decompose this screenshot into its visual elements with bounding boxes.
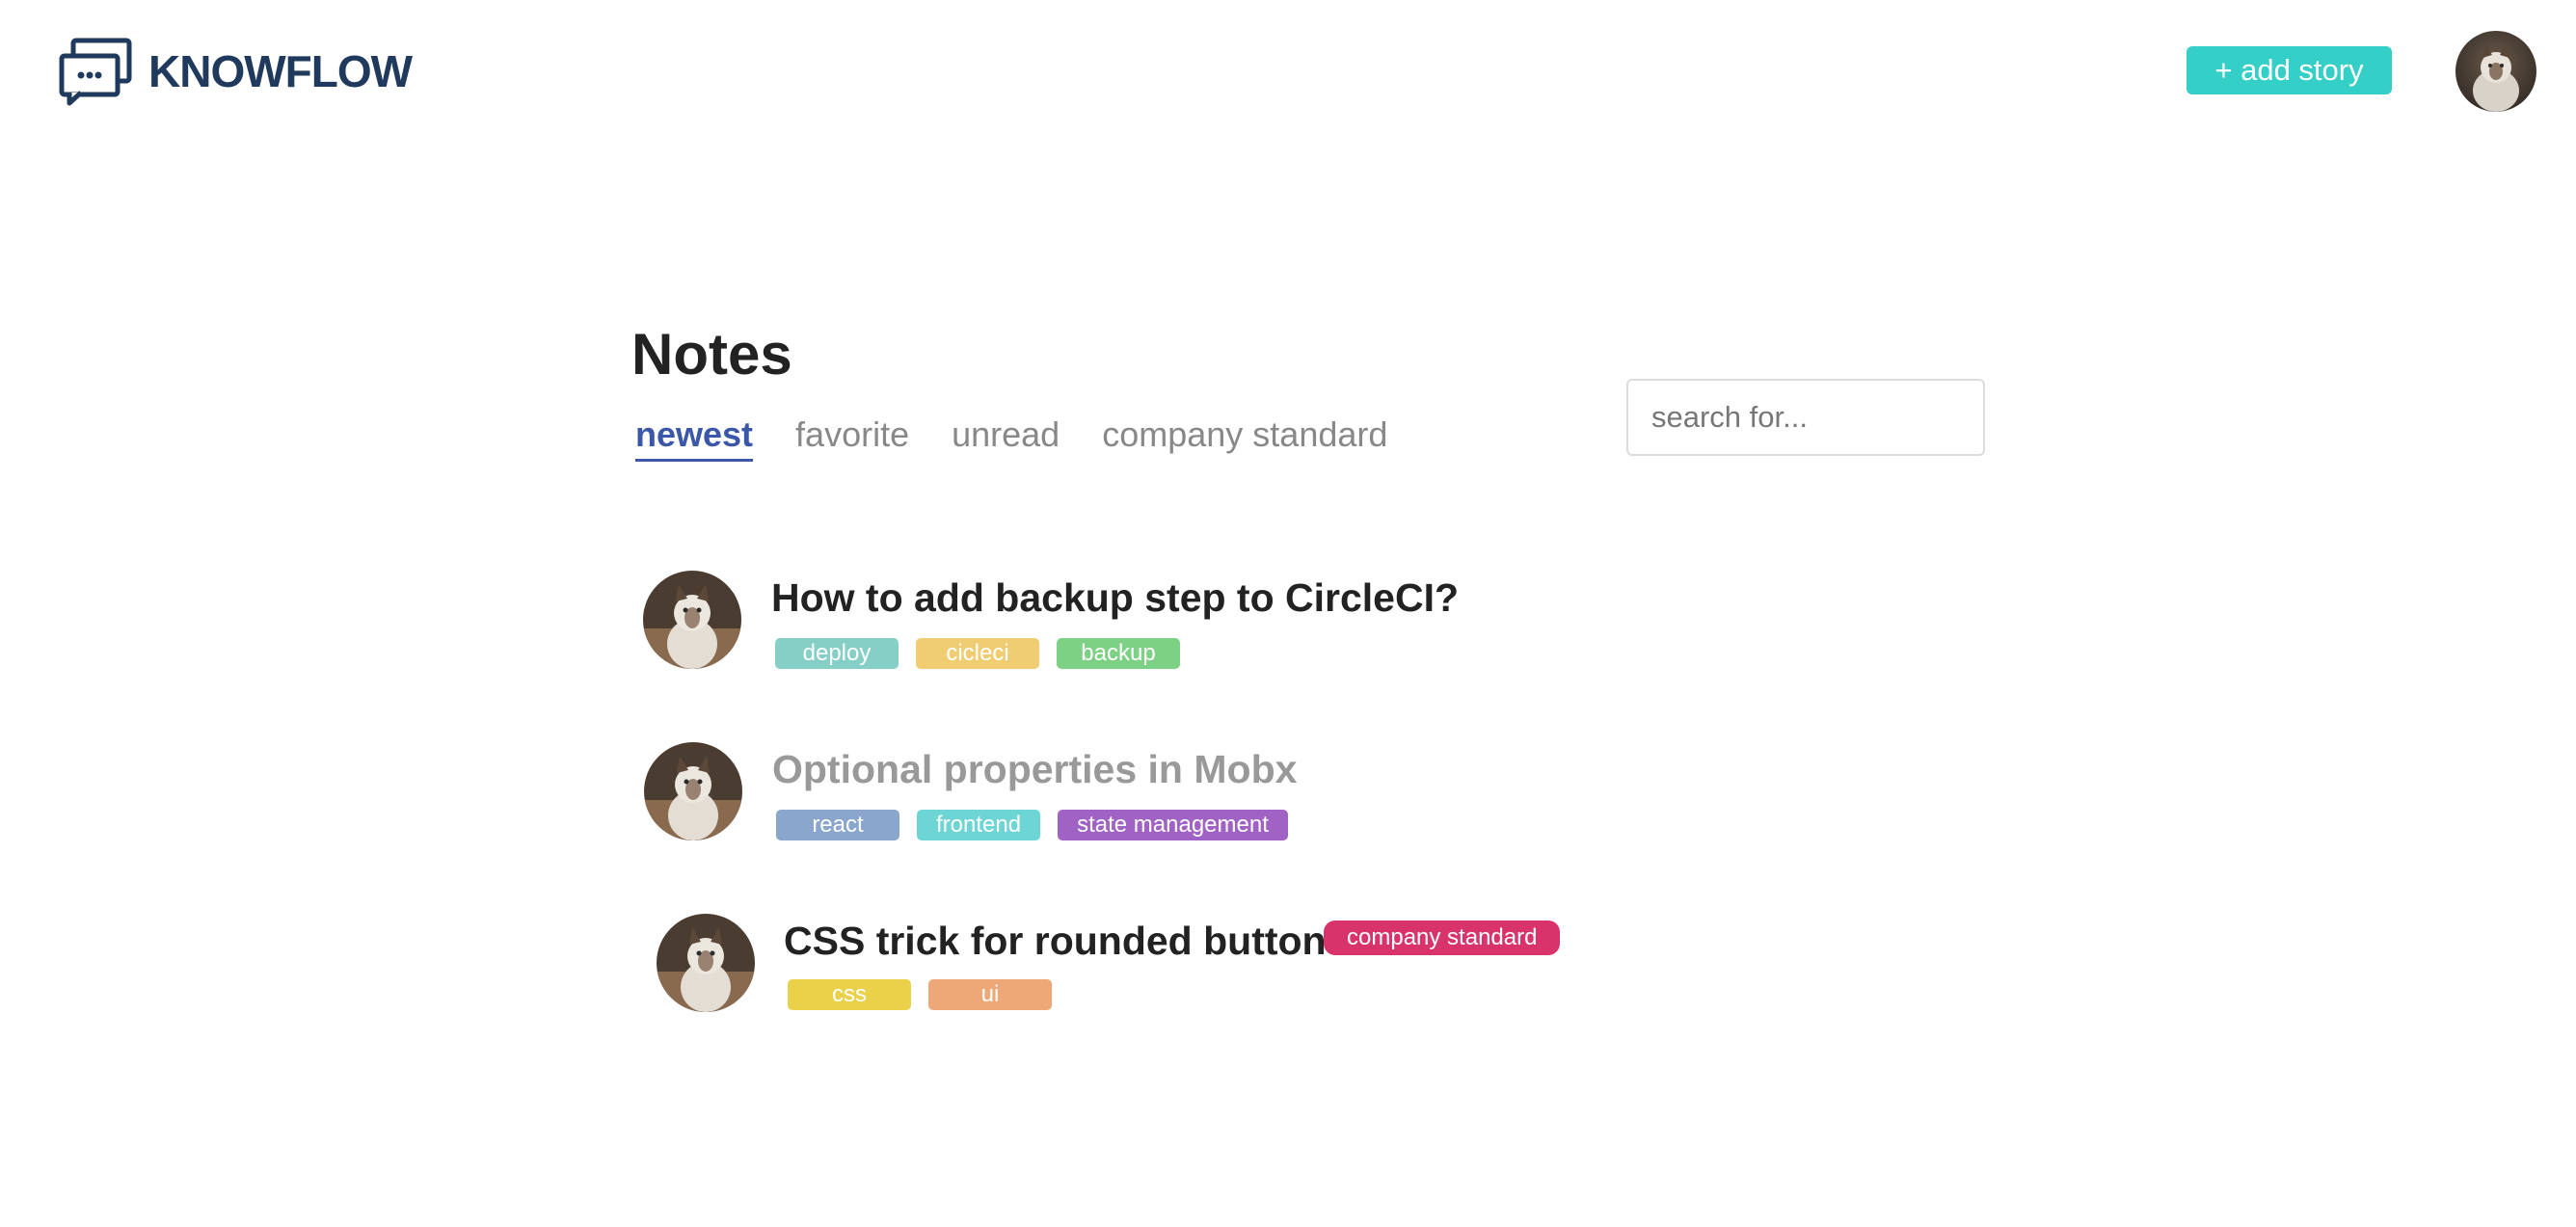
tag-state-management[interactable]: state management <box>1058 810 1288 840</box>
note-author-avatar[interactable] <box>657 914 755 1012</box>
tab-company-standard[interactable]: company standard <box>1102 414 1387 462</box>
chat-bubbles-icon <box>59 38 132 106</box>
note-author-avatar[interactable] <box>644 742 742 840</box>
cat-avatar-icon <box>644 742 742 840</box>
tag-cicleci[interactable]: cicleci <box>916 638 1039 669</box>
tab-unread[interactable]: unread <box>952 414 1060 462</box>
note-title[interactable]: CSS trick for rounded buttons <box>784 921 1348 961</box>
notes-tabs: newest favorite unread company standard <box>635 414 1430 462</box>
note-title[interactable]: How to add backup step to CircleCI? <box>771 578 1459 618</box>
page-title: Notes <box>631 322 792 387</box>
tag-frontend[interactable]: frontend <box>917 810 1041 840</box>
note-title[interactable]: Optional properties in Mobx <box>772 750 1297 789</box>
brand-name: KNOWFLOW <box>148 46 413 96</box>
tag-css[interactable]: css <box>788 979 911 1010</box>
cat-avatar-icon <box>657 914 755 1012</box>
note-tags: deploy cicleci backup <box>775 638 1180 669</box>
user-avatar[interactable] <box>2455 31 2536 112</box>
cat-avatar-icon <box>2455 31 2536 112</box>
logo[interactable]: KNOWFLOW <box>58 37 413 106</box>
note-author-avatar[interactable] <box>643 571 741 669</box>
company-standard-badge[interactable]: company standard <box>1324 920 1561 955</box>
note-tags: css ui <box>788 979 1052 1010</box>
note-tags: react frontend state management <box>776 810 1288 840</box>
add-story-button[interactable]: + add story <box>2187 46 2392 94</box>
tag-react[interactable]: react <box>776 810 899 840</box>
tag-deploy[interactable]: deploy <box>775 638 899 669</box>
search-input[interactable] <box>1626 379 1985 456</box>
cat-avatar-icon <box>643 571 741 669</box>
tag-backup[interactable]: backup <box>1057 638 1180 669</box>
tab-newest[interactable]: newest <box>635 414 754 462</box>
tab-favorite[interactable]: favorite <box>795 414 909 462</box>
tag-ui[interactable]: ui <box>928 979 1052 1010</box>
top-header: KNOWFLOW + add story <box>0 0 2576 145</box>
